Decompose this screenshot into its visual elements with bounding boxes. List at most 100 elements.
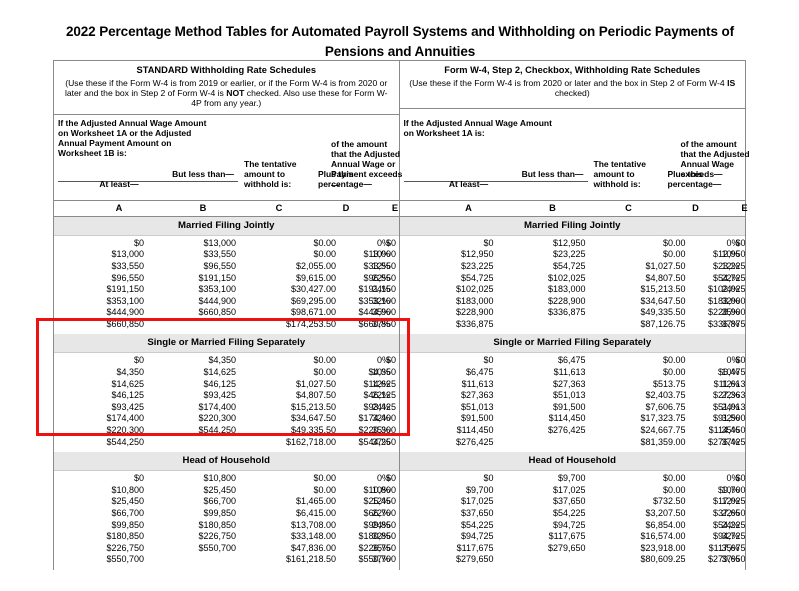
rows-container: $0 $9,700 $0.00 0% $0 $9,700 $17,025 $0.00 10% $9…: [400, 471, 746, 570]
status-band: Head of Household: [54, 452, 399, 472]
cell-b: $93,425: [203, 390, 236, 401]
letter-b: B: [549, 202, 556, 213]
table-row: $226,750 $550,700 $47,836.00 35% $226,750: [54, 543, 399, 555]
cell-a: $550,700: [106, 554, 144, 565]
status-band: Married Filing Jointly: [399, 216, 745, 236]
cell-e: $183,000: [707, 295, 746, 306]
table-row: $96,550 $191,150 $9,615.00 22% $96,550: [54, 273, 399, 285]
table-row: $660,850 $174,253.50 37% $660,850: [54, 319, 399, 331]
cell-a: $117,675: [456, 542, 494, 553]
table-row: $0 $12,950 $0.00 0% $0: [400, 238, 745, 250]
cell-a: $9,700: [465, 484, 494, 495]
cell-a: $102,025: [455, 284, 494, 295]
table-row: $37,650 $54,225 $3,207.50 22% $37,650: [400, 508, 746, 520]
cell-e: $93,425: [363, 401, 396, 412]
cell-e: $25,450: [363, 496, 396, 507]
cell-e: $0: [385, 473, 396, 484]
cell-a: $96,550: [111, 272, 144, 283]
cell-e: $180,850: [358, 531, 396, 542]
table-row: $0 $6,475 $0.00 0% $0: [400, 355, 745, 367]
table-row: $13,000 $33,550 $0.00 10% $13,000: [54, 249, 399, 261]
cell-a: $37,650: [460, 508, 494, 518]
table-row: $33,550 $96,550 $2,055.00 12% $33,550: [54, 261, 399, 273]
letter-c: C: [275, 202, 283, 213]
col-b-heading: But less than—: [521, 168, 584, 179]
table-row: $444,900 $660,850 $98,671.00 35% $444,900: [54, 307, 399, 319]
cell-e: $220,300: [358, 425, 396, 436]
note-part1: (Use these if the Form W-4 is from 2020 …: [409, 77, 728, 88]
table-row: $336,875 $87,126.75 37% $336,875: [400, 319, 746, 331]
cell-b: $91,500: [552, 401, 586, 412]
cell-e: $46,125: [363, 390, 396, 401]
cell-b: $336,875: [547, 307, 586, 318]
cell-a: $54,725: [460, 272, 494, 283]
cell-e: $14,625: [363, 378, 396, 389]
table-row: $91,500 $114,450 $17,323.75 32% $91,500: [400, 413, 746, 425]
cell-a: $25,450: [111, 496, 144, 507]
cell-a: $183,000: [455, 295, 494, 306]
letter-a: A: [465, 202, 472, 213]
table-row: $99,850 $180,850 $13,708.00 24% $99,850: [54, 520, 399, 532]
table-row: $183,000 $228,900 $34,647.50 32% $183,000: [400, 296, 746, 308]
cell-e: $23,225: [712, 260, 746, 271]
table-row: $276,425 $81,359.00 37% $276,425: [400, 437, 746, 449]
cell-b: $99,850: [203, 508, 236, 518]
table-row: $51,013 $91,500 $7,606.75 24% $51,013: [400, 402, 746, 414]
cell-b: $191,150: [198, 272, 236, 283]
cell-a: $220,300: [106, 425, 144, 436]
cell-e: $0: [735, 473, 746, 484]
cell-a: $353,100: [106, 295, 144, 306]
cell-b: $117,675: [548, 531, 586, 542]
table-row: $544,250 $162,718.00 37% $544,250: [54, 437, 399, 449]
cell-b: $114,450: [548, 413, 586, 424]
letter-a: A: [115, 202, 123, 213]
col-e-heading: of the amount that the Adjusted Annual W…: [331, 138, 403, 190]
cell-a: $27,363: [460, 390, 494, 401]
cell-e: $51,013: [712, 401, 746, 412]
cell-a: $46,125: [111, 390, 144, 401]
schedule-step2-title: Form W-4, Step 2, Checkbox, Withholding …: [444, 65, 701, 75]
cell-e: $13,000: [363, 249, 396, 260]
cell-e: $174,400: [358, 413, 396, 424]
cell-a: $10,800: [111, 484, 144, 495]
cell-a: $0: [133, 237, 144, 248]
table-row: $6,475 $11,613 $0.00 10% $6,475: [400, 367, 746, 379]
cell-b: $226,750: [198, 531, 236, 542]
cell-b: $25,450: [203, 484, 236, 495]
schedule-step2-note: (Use these if the Form W-4 is from 2020 …: [406, 78, 740, 99]
table-row: $94,725 $117,675 $16,574.00 32% $94,725: [400, 531, 746, 543]
cell-b: $4,350: [208, 355, 236, 366]
step2-letters: A B C D E: [399, 201, 748, 217]
step2-lead-in: If the Adjusted Annual Wage Amount on Wo…: [403, 117, 552, 138]
cell-b: $96,550: [203, 260, 236, 271]
cell-b: $444,900: [198, 295, 236, 306]
schedule-standard-note: (Use these if the Form W-4 is from 2019 …: [60, 78, 393, 109]
cell-b: $17,025: [552, 484, 586, 495]
cell-b: $11,613: [553, 367, 586, 378]
col-e-heading: of the amount that the Adjusted Annual W…: [680, 138, 750, 180]
cell-b: $9,700: [557, 473, 586, 484]
cell-e: $10,800: [363, 484, 396, 495]
col-c-heading: The tentative amount to withhold is:: [593, 158, 646, 190]
cell-a: $0: [483, 355, 494, 366]
table-row: $11,613 $27,363 $513.75 12% $11,613: [400, 379, 746, 391]
cell-e: $276,425: [707, 436, 746, 447]
cell-a: $336,875: [455, 318, 494, 329]
table-row: $353,100 $444,900 $69,295.00 32% $353,100: [54, 296, 399, 308]
cell-e: $114,450: [708, 425, 746, 436]
cell-a: $226,750: [106, 542, 144, 553]
schedule-standard-banner: STANDARD Withholding Rate Schedules (Use…: [54, 61, 399, 115]
cell-b: $180,850: [198, 519, 236, 530]
table-row: $0 $10,800 $0.00 0% $0: [54, 473, 399, 485]
standard-hoh: Head of Household $0 $10,800 $0.00 0% $0 $10,…: [54, 452, 400, 570]
letter-b: B: [199, 202, 207, 213]
table-row: $174,400 $220,300 $34,647.50 32% $174,400: [54, 413, 399, 425]
section-head-of-household: Head of Household $0 $10,800 $0.00 0% $0 $10,…: [54, 452, 746, 570]
cell-a: $174,400: [106, 413, 144, 424]
table-row: $54,725 $102,025 $4,807.50 22% $54,725: [400, 273, 746, 285]
cell-b: $228,900: [547, 295, 586, 306]
cell-a: $114,450: [456, 425, 494, 436]
cell-a: $12,950: [460, 249, 494, 260]
table-row: $10,800 $25,450 $0.00 10% $10,800: [54, 485, 399, 497]
column-letter-row: A B C D E A B C D E: [54, 200, 748, 217]
